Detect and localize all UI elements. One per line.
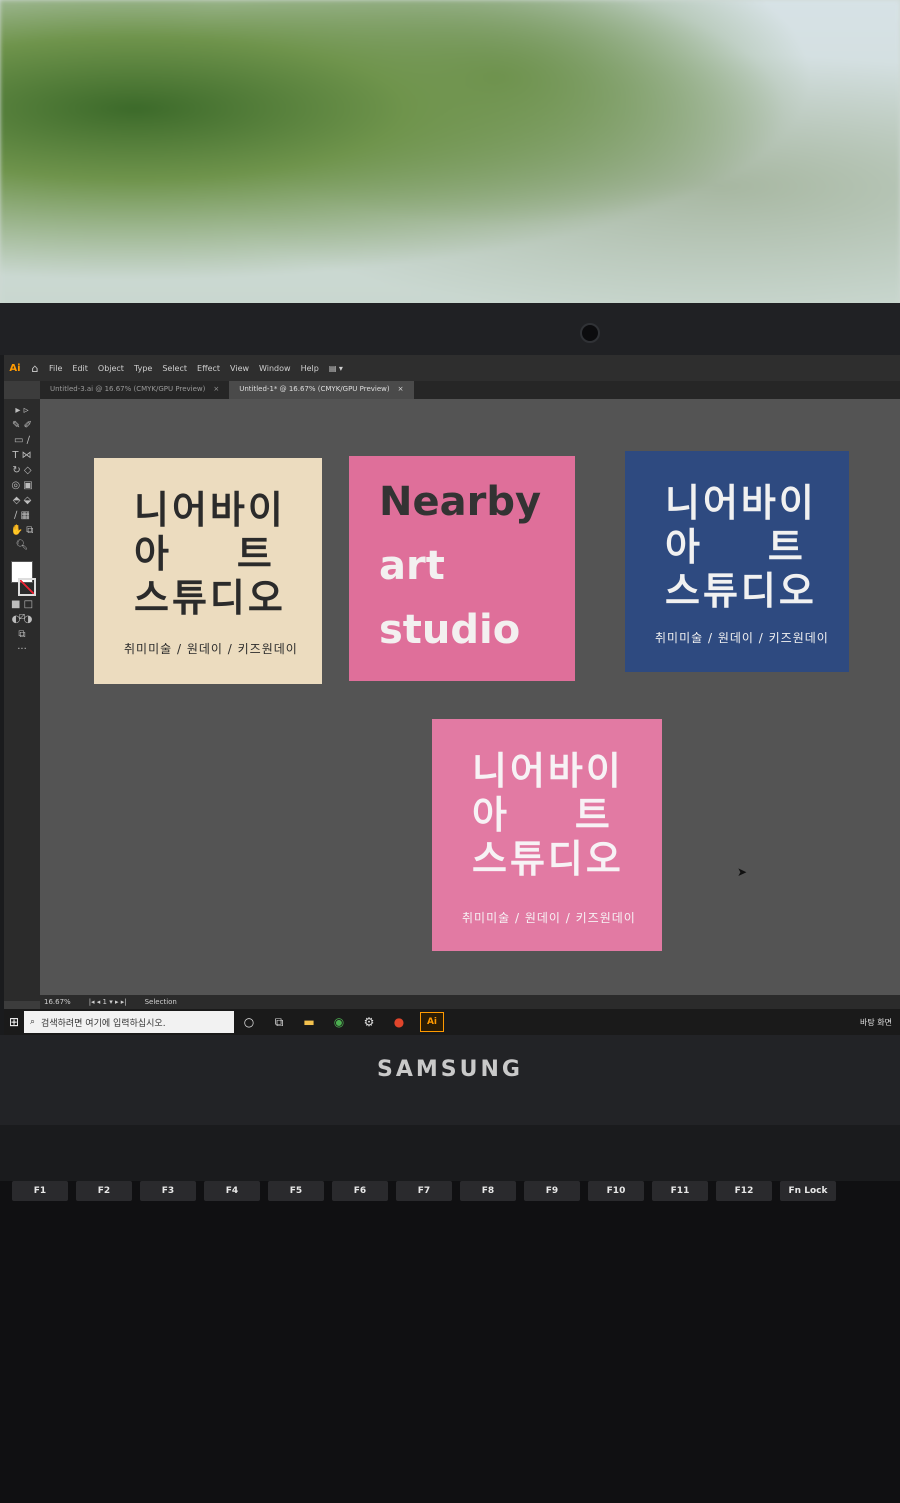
top-bezel [0,303,900,355]
key-f3[interactable]: F3 [140,1181,196,1201]
title-line: 스튜디오 [665,569,817,613]
key-f8[interactable]: F8 [460,1181,516,1201]
card-title: 니어바이 아 트 스튜디오 [134,488,286,620]
title-line: 아 트 [665,525,806,569]
zoom-level[interactable]: 16.67% [44,998,71,1006]
tab-untitled-3[interactable]: Untitled-3.ai @ 16.67% (CMYK/GPU Preview… [40,381,229,399]
mouse-cursor-icon: ➤ [737,865,748,879]
shape-builder-icon[interactable]: ⬘ ⬙ [8,495,36,507]
screen-mode-icon[interactable]: ⧉ [8,629,36,641]
menu-help[interactable]: Help [296,364,324,373]
chrome-icon[interactable]: ◉ [324,1015,354,1029]
menu-type[interactable]: Type [129,364,157,373]
type-tool-icon[interactable]: T ⋈ [8,450,36,462]
key-f1[interactable]: F1 [12,1181,68,1201]
key-f11[interactable]: F11 [652,1181,708,1201]
windows-taskbar: ⊞ ⌕ 검색하려면 여기에 입력하십시오. ○ ⧉ ▬ ◉ ⚙ ● Ai 바탕 … [4,1009,900,1035]
title-line: 니어바이 [665,481,817,525]
draw-mode-icon[interactable]: ◐ ◑ [8,614,36,626]
pen-tool-icon[interactable]: ✎ ✐ [8,420,36,432]
key-f2[interactable]: F2 [76,1181,132,1201]
tab-untitled-1[interactable]: Untitled-1* @ 16.67% (CMYK/GPU Preview) … [229,381,414,399]
eyedropper-tool-icon[interactable]: ∕ ▦ [8,510,36,522]
menu-file[interactable]: File [44,364,67,373]
menu-bar: Ai ⌂ File Edit Object Type Select Effect… [4,355,900,381]
file-explorer-icon[interactable]: ▬ [294,1015,324,1029]
card-title-studio: studio [379,607,521,653]
webcam-icon [580,323,600,343]
menu-object[interactable]: Object [93,364,129,373]
hand-tool-icon[interactable]: ✋ ⧉ [8,525,36,537]
blurred-foliage-background [0,0,900,310]
more-tools-icon[interactable]: ··· [8,644,36,656]
status-bar: 16.67% |◂ ◂ 1 ▾ ▸ ▸| Selection [40,995,900,1009]
close-icon[interactable]: × [398,385,404,395]
key-f5[interactable]: F5 [268,1181,324,1201]
title-line: 아 트 [134,532,275,576]
logo-card-pink-english[interactable]: Nearby art studio [349,456,575,681]
windows-start-icon[interactable]: ⊞ [4,1015,24,1029]
card-title-nearby: Nearby [379,479,542,525]
search-icon: ⌕ [30,1017,36,1027]
logo-card-pink-korean[interactable]: 니어바이 아 트 스튜디오 취미미술 / 원데이 / 키즈원데이 [432,719,662,951]
title-line: 니어바이 [472,749,624,793]
rectangle-tool-icon[interactable]: ▭ ∕ [8,435,36,447]
current-tool-status: Selection [144,998,177,1006]
function-key-row: F1 F2 F3 F4 F5 F6 F7 F8 F9 F10 F11 F12 F… [0,1181,900,1201]
warp-tool-icon[interactable]: ◎ ▣ [8,480,36,492]
tools-panel: ▸ ▹ ✎ ✐ ▭ ∕ T ⋈ ↻ ◇ ◎ ▣ ⬘ ⬙ ∕ ▦ ✋ ⧉ 🔍︎ ■… [4,399,40,1001]
home-icon[interactable]: ⌂ [26,362,44,375]
laptop: Ai ⌂ File Edit Object Type Select Effect… [0,303,900,1503]
workspace-switcher-icon[interactable]: ▤ ▾ [324,364,348,373]
title-line: 스튜디오 [134,576,286,620]
samsung-logo: SAMSUNG [377,1057,523,1082]
card-title-art: art [379,543,445,589]
artboard-canvas[interactable]: 니어바이 아 트 스튜디오 취미미술 / 원데이 / 키즈원데이 Nearby … [40,399,900,995]
key-fn-lock[interactable]: Fn Lock [780,1181,836,1201]
logo-card-navy[interactable]: 니어바이 아 트 스튜디오 취미미술 / 원데이 / 키즈원데이 [625,451,849,672]
card-subtitle: 취미미술 / 원데이 / 키즈원데이 [655,631,829,645]
illustrator-taskbar-icon[interactable]: Ai [420,1012,444,1032]
key-f4[interactable]: F4 [204,1181,260,1201]
artboard-number: 1 [102,998,108,1006]
keyboard: F1 F2 F3 F4 F5 F6 F7 F8 F9 F10 F11 F12 F… [0,1181,900,1503]
taskbar-search-box[interactable]: ⌕ 검색하려면 여기에 입력하십시오. [24,1011,234,1033]
menu-view[interactable]: View [225,364,254,373]
close-icon[interactable]: × [213,385,219,395]
color-mode-icon[interactable]: ■ □ ⧄ [8,599,36,622]
key-f10[interactable]: F10 [588,1181,644,1201]
document-tabs: Untitled-3.ai @ 16.67% (CMYK/GPU Preview… [40,381,900,399]
logo-card-beige[interactable]: 니어바이 아 트 스튜디오 취미미술 / 원데이 / 키즈원데이 [94,458,322,684]
desktop-tray[interactable]: 바탕 화면 [860,1017,900,1028]
card-title: 니어바이 아 트 스튜디오 [665,481,817,613]
title-line: 스튜디오 [472,837,624,881]
cortana-icon[interactable]: ○ [234,1015,264,1029]
menu-select[interactable]: Select [157,364,192,373]
menu-effect[interactable]: Effect [192,364,225,373]
settings-gear-icon[interactable]: ⚙ [354,1015,384,1029]
title-line: 니어바이 [134,488,286,532]
key-f6[interactable]: F6 [332,1181,388,1201]
laptop-screen: Ai ⌂ File Edit Object Type Select Effect… [4,355,900,1035]
key-f7[interactable]: F7 [396,1181,452,1201]
key-f12[interactable]: F12 [716,1181,772,1201]
artboard-navigator[interactable]: |◂ ◂ 1 ▾ ▸ ▸| [89,998,127,1006]
illustrator-logo-icon: Ai [9,362,21,374]
card-subtitle: 취미미술 / 원데이 / 키즈원데이 [124,642,298,656]
rotate-tool-icon[interactable]: ↻ ◇ [8,465,36,477]
card-title: 니어바이 아 트 스튜디오 [472,749,624,881]
task-view-icon[interactable]: ⧉ [264,1015,294,1030]
title-line: 아 트 [472,793,613,837]
key-f9[interactable]: F9 [524,1181,580,1201]
tab-label: Untitled-1* @ 16.67% (CMYK/GPU Preview) [239,385,390,393]
app-icon[interactable]: ● [384,1015,414,1029]
menu-edit[interactable]: Edit [67,364,93,373]
tab-label: Untitled-3.ai @ 16.67% (CMYK/GPU Preview… [50,385,206,393]
selection-tool-icon[interactable]: ▸ ▹ [8,405,36,417]
search-placeholder: 검색하려면 여기에 입력하십시오. [41,1018,166,1029]
stroke-color-swatch[interactable] [18,578,36,596]
card-subtitle: 취미미술 / 원데이 / 키즈원데이 [462,911,636,925]
zoom-tool-icon[interactable]: 🔍︎ [8,540,36,552]
menu-window[interactable]: Window [254,364,296,373]
